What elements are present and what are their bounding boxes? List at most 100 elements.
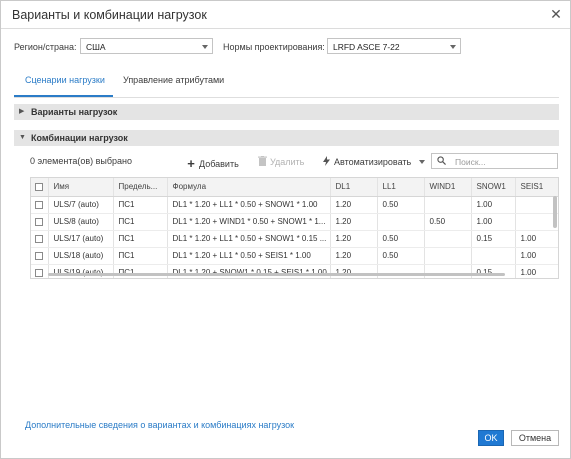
load-combinations-dialog: Варианты и комбинации нагрузок ✕ Регион/… bbox=[0, 0, 571, 459]
table-horizontal-scrollbar[interactable] bbox=[48, 273, 505, 276]
row-checkbox-cell[interactable] bbox=[31, 264, 49, 278]
add-button-label: Добавить bbox=[199, 159, 239, 169]
cell-wind1 bbox=[424, 264, 472, 278]
cell-name: ULS/19 (auto) bbox=[48, 264, 114, 278]
load-cases-panel-title: Варианты нагрузок bbox=[31, 107, 118, 117]
column-header-ll1[interactable]: LL1 bbox=[377, 178, 425, 197]
table-header-row: Имя Предель... Формула DL1 LL1 WIND1 SNO… bbox=[31, 178, 558, 197]
region-label: Регион/страна: bbox=[14, 42, 77, 52]
cancel-button[interactable]: Отмена bbox=[511, 430, 559, 446]
table-vertical-scrollbar[interactable] bbox=[553, 196, 557, 228]
column-header-formula[interactable]: Формула bbox=[167, 178, 331, 197]
row-checkbox[interactable] bbox=[35, 251, 43, 260]
cell-name: ULS/8 (auto) bbox=[48, 213, 114, 231]
row-checkbox[interactable] bbox=[35, 217, 43, 226]
column-header-seis1[interactable]: SEIS1 bbox=[515, 178, 558, 197]
table-row[interactable]: ULS/19 (auto) ПС1 DL1 * 1.20 + SNOW1 * 0… bbox=[31, 264, 558, 278]
delete-button-label: Удалить bbox=[270, 157, 305, 167]
trash-icon bbox=[257, 156, 267, 169]
row-checkbox[interactable] bbox=[35, 268, 43, 277]
cell-formula: DL1 * 1.20 + SNOW1 * 0.15 + SEIS1 * 1.00 bbox=[167, 264, 331, 278]
cell-name: ULS/7 (auto) bbox=[48, 196, 114, 214]
search-icon bbox=[437, 156, 446, 165]
chevron-down-icon bbox=[202, 45, 208, 49]
automate-button-label: Автоматизировать bbox=[334, 157, 412, 167]
cell-wind1 bbox=[424, 230, 472, 248]
column-header-name[interactable]: Имя bbox=[48, 178, 114, 197]
cell-ll1 bbox=[377, 264, 425, 278]
search-placeholder: Поиск... bbox=[455, 157, 486, 167]
cell-ll1: 0.50 bbox=[377, 196, 425, 214]
region-select[interactable]: США bbox=[80, 38, 213, 54]
row-checkbox[interactable] bbox=[35, 234, 43, 243]
cell-name: ULS/17 (auto) bbox=[48, 230, 114, 248]
row-checkbox-cell[interactable] bbox=[31, 230, 49, 248]
cell-wind1 bbox=[424, 196, 472, 214]
cell-ll1: 0.50 bbox=[377, 247, 425, 265]
load-combinations-panel-header[interactable]: ▼ Комбинации нагрузок bbox=[14, 130, 559, 146]
select-all-checkbox[interactable] bbox=[35, 183, 43, 192]
tab-load-scenarios[interactable]: Сценарии нагрузки bbox=[25, 75, 105, 85]
cell-formula: DL1 * 1.20 + WIND1 * 0.50 + SNOW1 * 1... bbox=[167, 213, 331, 231]
cell-seis1: 1.00 bbox=[515, 264, 558, 278]
cell-limit-state: ПС1 bbox=[113, 247, 168, 265]
dialog-title: Варианты и комбинации нагрузок bbox=[12, 8, 207, 22]
column-header-limit-state[interactable]: Предель... bbox=[113, 178, 168, 197]
cell-dl1: 1.20 bbox=[330, 230, 378, 248]
cell-seis1 bbox=[515, 213, 558, 231]
cell-wind1 bbox=[424, 247, 472, 265]
column-header-snow1[interactable]: SNOW1 bbox=[471, 178, 516, 197]
cell-snow1: 0.15 bbox=[471, 230, 516, 248]
row-checkbox-cell[interactable] bbox=[31, 247, 49, 265]
row-checkbox[interactable] bbox=[35, 200, 43, 209]
cell-dl1: 1.20 bbox=[330, 264, 378, 278]
row-checkbox-cell[interactable] bbox=[31, 213, 49, 231]
cell-name: ULS/18 (auto) bbox=[48, 247, 114, 265]
table-row[interactable]: ULS/8 (auto) ПС1 DL1 * 1.20 + WIND1 * 0.… bbox=[31, 213, 558, 231]
cell-limit-state: ПС1 bbox=[113, 264, 168, 278]
cell-snow1: 1.00 bbox=[471, 213, 516, 231]
delete-button[interactable]: Удалить bbox=[257, 156, 304, 170]
load-combinations-panel-title: Комбинации нагрузок bbox=[31, 133, 128, 143]
table-row[interactable]: ULS/7 (auto) ПС1 DL1 * 1.20 + LL1 * 0.50… bbox=[31, 196, 558, 214]
search-input[interactable]: Поиск... bbox=[431, 153, 558, 169]
cell-ll1: 0.50 bbox=[377, 230, 425, 248]
cell-formula: DL1 * 1.20 + LL1 * 0.50 + SEIS1 * 1.00 bbox=[167, 247, 331, 265]
lightning-icon bbox=[321, 156, 331, 169]
cell-dl1: 1.20 bbox=[330, 213, 378, 231]
cell-snow1 bbox=[471, 247, 516, 265]
table-row[interactable]: ULS/17 (auto) ПС1 DL1 * 1.20 + LL1 * 0.5… bbox=[31, 230, 558, 248]
load-combinations-table: Имя Предель... Формула DL1 LL1 WIND1 SNO… bbox=[30, 177, 559, 279]
chevron-down-icon: ▼ bbox=[19, 134, 26, 141]
cell-formula: DL1 * 1.20 + LL1 * 0.50 + SNOW1 * 0.15 .… bbox=[167, 230, 331, 248]
cell-limit-state: ПС1 bbox=[113, 230, 168, 248]
cell-seis1: 1.00 bbox=[515, 230, 558, 248]
cell-seis1 bbox=[515, 196, 558, 214]
automate-button[interactable]: Автоматизировать bbox=[321, 156, 425, 170]
cell-snow1: 0.15 bbox=[471, 264, 516, 278]
ok-button[interactable]: OK bbox=[478, 430, 504, 446]
tab-attribute-management[interactable]: Управление атрибутами bbox=[123, 75, 224, 85]
selection-count: 0 элемента(ов) выбрано bbox=[30, 156, 133, 166]
close-icon[interactable]: ✕ bbox=[549, 7, 563, 21]
cell-snow1: 1.00 bbox=[471, 196, 516, 214]
cell-seis1: 1.00 bbox=[515, 247, 558, 265]
load-cases-panel-header[interactable]: ▶ Варианты нагрузок bbox=[14, 104, 559, 120]
design-code-select[interactable]: LRFD ASCE 7-22 bbox=[327, 38, 461, 54]
tab-bar: Сценарии нагрузки Управление атрибутами bbox=[14, 71, 559, 98]
active-tab-indicator bbox=[14, 95, 113, 97]
row-checkbox-cell[interactable] bbox=[31, 196, 49, 214]
cell-formula: DL1 * 1.20 + LL1 * 0.50 + SNOW1 * 1.00 bbox=[167, 196, 331, 214]
add-button[interactable]: + Добавить bbox=[186, 156, 239, 171]
cell-wind1: 0.50 bbox=[424, 213, 472, 231]
chevron-right-icon: ▶ bbox=[19, 108, 25, 115]
design-code-value: LRFD ASCE 7-22 bbox=[333, 42, 400, 52]
table-row[interactable]: ULS/18 (auto) ПС1 DL1 * 1.20 + LL1 * 0.5… bbox=[31, 247, 558, 265]
more-info-link[interactable]: Дополнительные сведения о вариантах и ко… bbox=[25, 420, 294, 430]
column-header-dl1[interactable]: DL1 bbox=[330, 178, 378, 197]
column-header-wind1[interactable]: WIND1 bbox=[424, 178, 472, 197]
cell-ll1 bbox=[377, 213, 425, 231]
region-value: США bbox=[86, 42, 106, 52]
select-all-checkbox-cell[interactable] bbox=[31, 178, 49, 197]
cell-dl1: 1.20 bbox=[330, 196, 378, 214]
